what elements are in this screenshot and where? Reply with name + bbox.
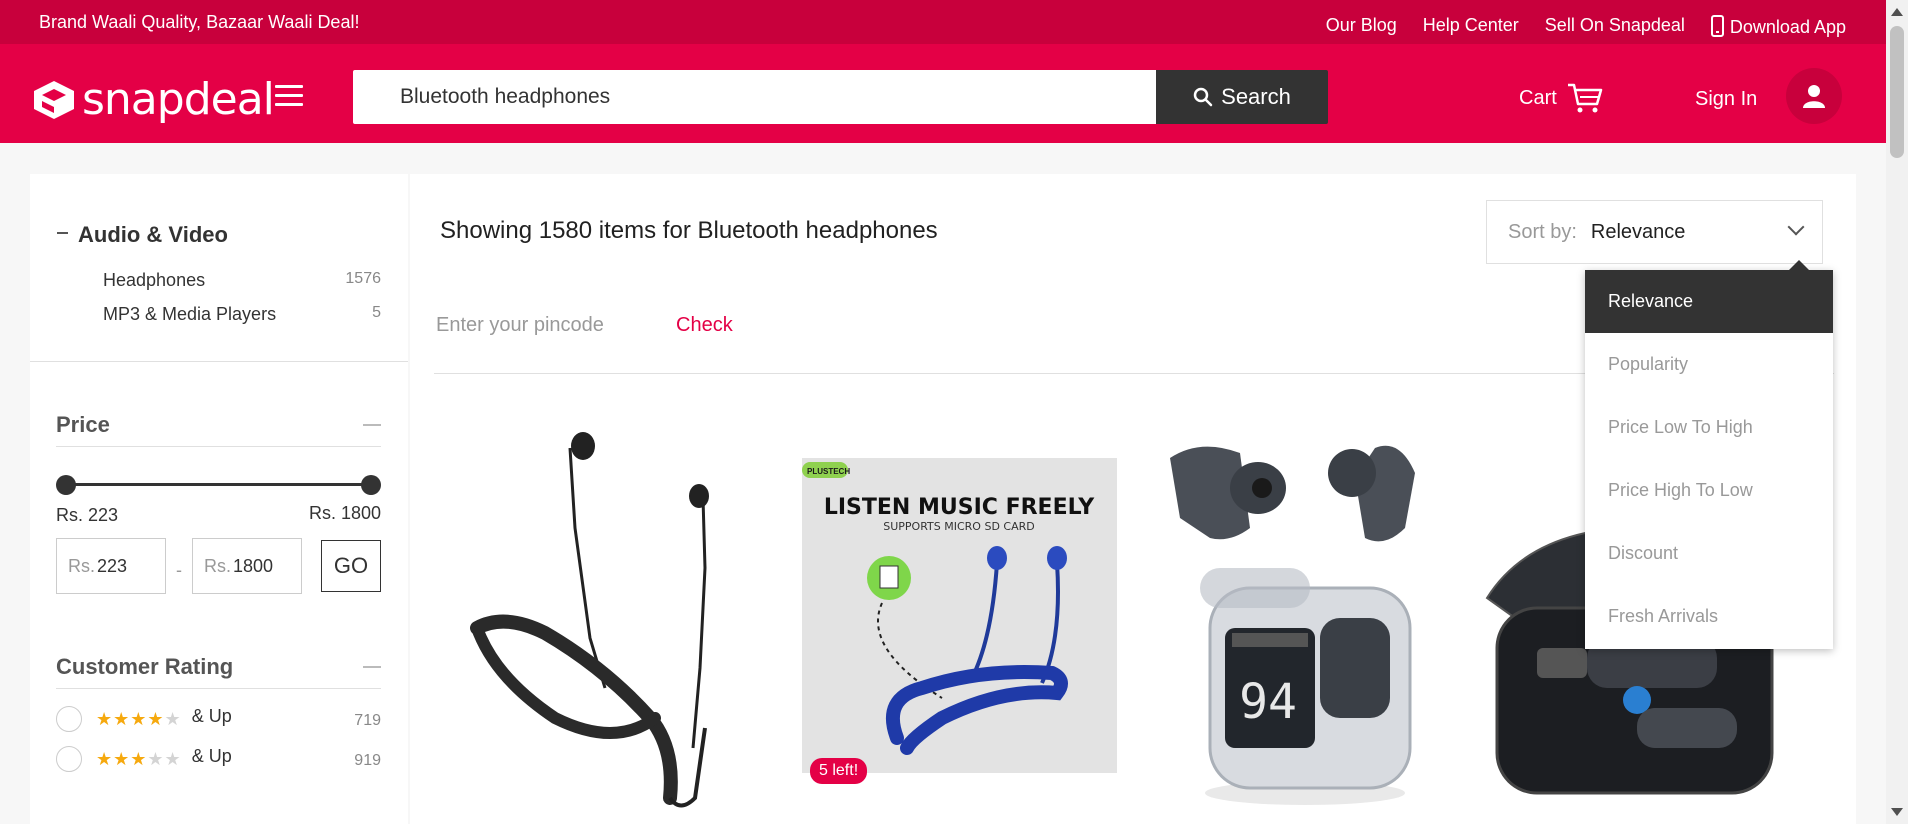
price-max-input[interactable]: Rs. 1800	[192, 538, 302, 594]
rating-radio[interactable]	[56, 746, 82, 772]
sort-option-popularity[interactable]: Popularity	[1585, 333, 1833, 396]
sort-label: Sort by:	[1508, 220, 1577, 243]
price-slider[interactable]	[56, 475, 381, 495]
search-bar: Search	[353, 70, 1328, 124]
search-icon	[1193, 87, 1213, 107]
currency-prefix: Rs.	[204, 555, 231, 576]
product-image: 94	[1170, 445, 1415, 805]
snapdeal-logo-icon	[32, 79, 76, 121]
sell-on-snapdeal-link[interactable]: Sell On Snapdeal	[1545, 15, 1685, 38]
sort-option-price-low-to-high[interactable]: Price Low To High	[1585, 396, 1833, 459]
rating-filter-title: Customer Rating	[56, 654, 234, 679]
price-slider-max-handle[interactable]	[361, 475, 381, 495]
price-max-value: 1800	[233, 555, 274, 576]
rating-option-3[interactable]: ★★★★★ & Up 919	[56, 742, 381, 776]
user-icon	[1803, 85, 1825, 108]
top-strip: Brand Waali Quality, Bazaar Waali Deal! …	[0, 0, 1886, 44]
subcategory-label: Headphones	[103, 270, 206, 290]
price-min-value: 223	[97, 555, 128, 576]
rating-option-4[interactable]: ★★★★★ & Up 719	[56, 702, 381, 736]
brand-tag: PLUSTECH	[807, 467, 850, 476]
product-card-1[interactable]	[465, 418, 780, 824]
banner-subtitle: SUPPORTS MICRO SD CARD	[883, 520, 1034, 533]
price-filter-title: Price	[56, 412, 110, 437]
rating-and-up-label: & Up	[191, 705, 232, 726]
sort-option-fresh-arrivals[interactable]: Fresh Arrivals	[1585, 585, 1833, 648]
banner-title: LISTEN MUSIC FREELY	[824, 495, 1095, 520]
collapse-icon[interactable]	[57, 232, 68, 234]
price-min-input[interactable]: Rs. 223	[56, 538, 166, 594]
user-avatar-button[interactable]	[1786, 68, 1842, 124]
price-max-label: Rs. 1800	[308, 503, 381, 523]
chevron-down-icon	[1787, 218, 1805, 236]
scroll-up-arrow-icon[interactable]	[1891, 8, 1903, 16]
category-filter: Audio & Video Headphones 1576 MP3 & Medi…	[30, 174, 408, 362]
case-display-number: 94	[1239, 674, 1297, 730]
sort-dropdown[interactable]: Sort by: Relevance	[1486, 200, 1823, 264]
tagline: Brand Waali Quality, Bazaar Waali Deal!	[39, 12, 360, 32]
currency-prefix: Rs.	[68, 555, 95, 576]
scroll-down-arrow-icon[interactable]	[1891, 808, 1903, 816]
page-scrollbar[interactable]	[1886, 0, 1908, 824]
sort-option-discount[interactable]: Discount	[1585, 522, 1833, 585]
sort-options-menu: Relevance Popularity Price Low To High P…	[1585, 260, 1833, 649]
rating-count: 919	[354, 752, 381, 769]
price-range-labels: Rs. 223 Rs. 1800	[56, 503, 381, 526]
subcategory-mp3-media-players[interactable]: MP3 & Media Players 5	[57, 304, 408, 325]
price-filter-header[interactable]: Price	[56, 412, 381, 447]
top-links: Our Blog Help Center Sell On Snapdeal Do…	[1326, 15, 1846, 38]
subcategory-headphones[interactable]: Headphones 1576	[57, 270, 408, 291]
price-slider-track	[66, 483, 371, 486]
sort-option-relevance[interactable]: Relevance	[1585, 270, 1833, 333]
category-title[interactable]: Audio & Video	[57, 222, 408, 248]
rating-filter-header[interactable]: Customer Rating	[56, 654, 381, 689]
scroll-thumb[interactable]	[1890, 26, 1904, 158]
price-min-label: Rs. 223	[56, 505, 119, 525]
subcategory-count: 5	[372, 304, 381, 321]
results-count-heading: Showing 1580 items for Bluetooth headpho…	[440, 217, 938, 244]
hamburger-menu-icon[interactable]	[275, 85, 303, 107]
product-image	[470, 432, 709, 808]
help-center-link[interactable]: Help Center	[1423, 15, 1519, 38]
star-rating-icon: ★★★★★	[96, 708, 182, 729]
download-app-link[interactable]: Download App	[1710, 15, 1846, 38]
product-card-3[interactable]: 94	[1140, 418, 1455, 824]
pincode-check-button[interactable]: Check	[676, 314, 733, 337]
sign-in-button[interactable]: Sign In	[1695, 88, 1757, 111]
rating-radio[interactable]	[56, 706, 82, 732]
cart-icon	[1567, 83, 1603, 113]
stock-badge: 5 left!	[810, 758, 868, 784]
search-button[interactable]: Search	[1156, 70, 1328, 124]
header: snapdeal Search Cart Sign In	[0, 44, 1886, 143]
download-app-label: Download App	[1729, 17, 1846, 37]
range-separator: -	[176, 559, 182, 580]
phone-icon	[1710, 15, 1724, 37]
cart-button[interactable]: Cart	[1519, 82, 1603, 114]
search-button-label: Search	[1221, 84, 1291, 109]
subcategory-label: MP3 & Media Players	[103, 304, 277, 324]
rating-count: 719	[354, 712, 381, 729]
snapdeal-logo[interactable]: snapdeal	[32, 74, 275, 125]
price-range-inputs: Rs. 223 - Rs. 1800 GO	[56, 538, 381, 594]
logo-text: snapdeal	[82, 74, 275, 125]
price-filter: Price Rs. 223 Rs. 1800 Rs. 223 - Rs. 180…	[30, 362, 408, 594]
category-title-label: Audio & Video	[78, 222, 228, 247]
collapse-icon[interactable]	[363, 666, 381, 668]
sort-selected-value: Relevance	[1590, 220, 1686, 243]
pincode-input[interactable]: Enter your pincode	[436, 314, 604, 337]
star-rating-icon: ★★★★★	[96, 748, 182, 769]
collapse-icon[interactable]	[363, 424, 381, 426]
filter-sidebar: Audio & Video Headphones 1576 MP3 & Medi…	[30, 174, 408, 824]
sort-option-price-high-to-low[interactable]: Price High To Low	[1585, 459, 1833, 522]
subcategory-count: 1576	[345, 270, 381, 287]
rating-and-up-label: & Up	[191, 745, 232, 766]
our-blog-link[interactable]: Our Blog	[1326, 15, 1397, 38]
cart-label: Cart	[1519, 86, 1557, 109]
price-slider-min-handle[interactable]	[56, 475, 76, 495]
product-card-2[interactable]: PLUSTECH LISTEN MUSIC FREELY SUPPORTS MI…	[802, 418, 1117, 824]
search-input[interactable]	[353, 70, 1156, 124]
rating-filter: Customer Rating ★★★★★ & Up 719 ★★★★★ & U…	[30, 594, 408, 776]
price-go-button[interactable]: GO	[321, 540, 381, 592]
